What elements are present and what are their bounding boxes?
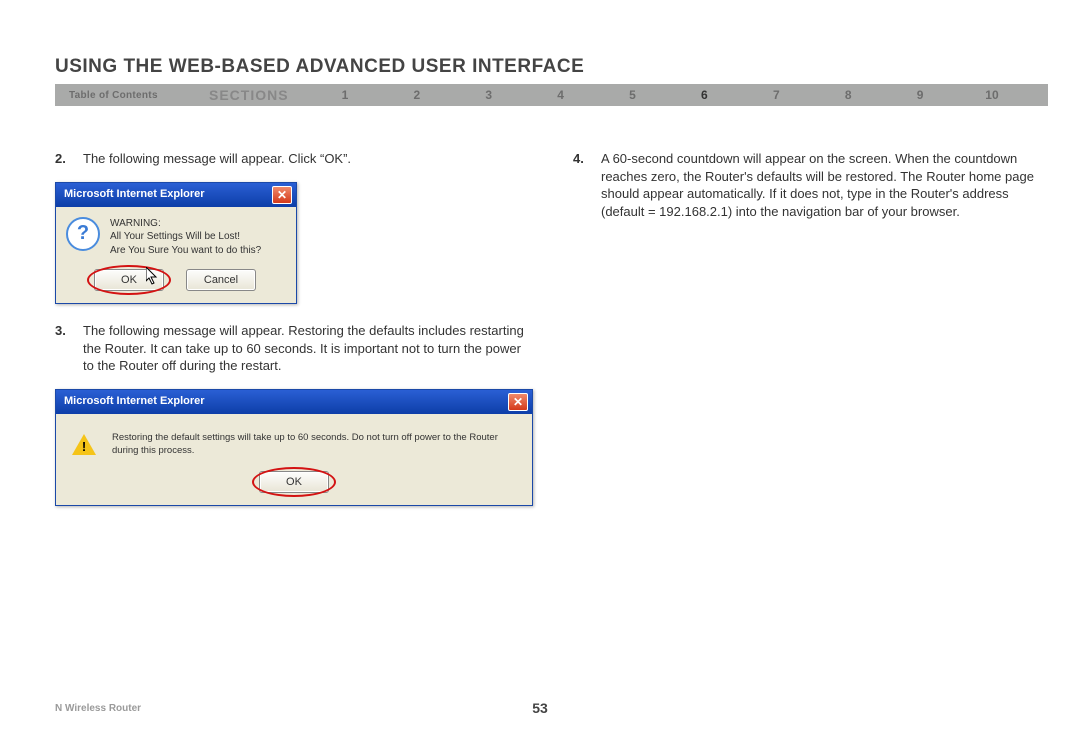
dialog-titlebar: Microsoft Internet Explorer ✕ bbox=[56, 183, 296, 207]
step-text: The following message will appear. Click… bbox=[83, 150, 533, 168]
left-column: 2. The following message will appear. Cl… bbox=[55, 150, 533, 506]
section-link-2[interactable]: 2 bbox=[402, 88, 432, 102]
close-icon[interactable]: ✕ bbox=[272, 186, 292, 204]
ok-button[interactable]: OK bbox=[259, 471, 329, 493]
dialog-titlebar: Microsoft Internet Explorer ✕ bbox=[56, 390, 532, 414]
toc-link[interactable]: Table of Contents bbox=[55, 90, 209, 101]
section-link-1[interactable]: 1 bbox=[330, 88, 360, 102]
section-number-group: 1 2 3 4 5 6 7 8 9 10 bbox=[309, 88, 1048, 102]
dialog-title-text: Microsoft Internet Explorer bbox=[64, 394, 205, 409]
dialog-body: WARNING: All Your Settings Will be Lost!… bbox=[56, 207, 296, 304]
warning-line-1: WARNING: bbox=[110, 217, 261, 231]
dialog-message: WARNING: All Your Settings Will be Lost!… bbox=[110, 217, 261, 258]
page-number: 53 bbox=[0, 700, 1080, 716]
page-title: USING THE WEB-BASED ADVANCED USER INTERF… bbox=[55, 56, 584, 78]
section-link-5[interactable]: 5 bbox=[618, 88, 648, 102]
step-3: 3. The following message will appear. Re… bbox=[55, 322, 533, 375]
section-link-3[interactable]: 3 bbox=[474, 88, 504, 102]
cancel-button[interactable]: Cancel bbox=[186, 269, 256, 291]
section-link-9[interactable]: 9 bbox=[905, 88, 935, 102]
dialog-restoring: Microsoft Internet Explorer ✕ Restoring … bbox=[55, 389, 533, 507]
question-icon bbox=[66, 217, 100, 251]
ok-button[interactable]: OK bbox=[94, 269, 164, 291]
step-number: 3. bbox=[55, 322, 83, 375]
warning-line-3: Are You Sure You want to do this? bbox=[110, 244, 261, 258]
section-link-7[interactable]: 7 bbox=[761, 88, 791, 102]
step-number: 4. bbox=[573, 150, 601, 220]
section-nav: Table of Contents SECTIONS 1 2 3 4 5 6 7… bbox=[55, 84, 1048, 106]
dialog-message: Restoring the default settings will take… bbox=[112, 432, 516, 458]
step-4: 4. A 60-second countdown will appear on … bbox=[573, 150, 1048, 220]
step-number: 2. bbox=[55, 150, 83, 168]
step-2: 2. The following message will appear. Cl… bbox=[55, 150, 533, 168]
right-column: 4. A 60-second countdown will appear on … bbox=[573, 150, 1048, 506]
close-icon[interactable]: ✕ bbox=[508, 393, 528, 411]
section-link-8[interactable]: 8 bbox=[833, 88, 863, 102]
step-text: A 60-second countdown will appear on the… bbox=[601, 150, 1048, 220]
section-link-4[interactable]: 4 bbox=[546, 88, 576, 102]
dialog-title-text: Microsoft Internet Explorer bbox=[64, 187, 205, 202]
section-link-6[interactable]: 6 bbox=[689, 88, 719, 102]
sections-label: SECTIONS bbox=[209, 87, 309, 103]
dialog-body: Restoring the default settings will take… bbox=[56, 414, 532, 506]
warning-line-2: All Your Settings Will be Lost! bbox=[110, 230, 261, 244]
dialog-warning: Microsoft Internet Explorer ✕ WARNING: A… bbox=[55, 182, 297, 305]
warning-icon bbox=[72, 434, 96, 455]
section-link-10[interactable]: 10 bbox=[977, 88, 1007, 102]
step-text: The following message will appear. Resto… bbox=[83, 322, 533, 375]
